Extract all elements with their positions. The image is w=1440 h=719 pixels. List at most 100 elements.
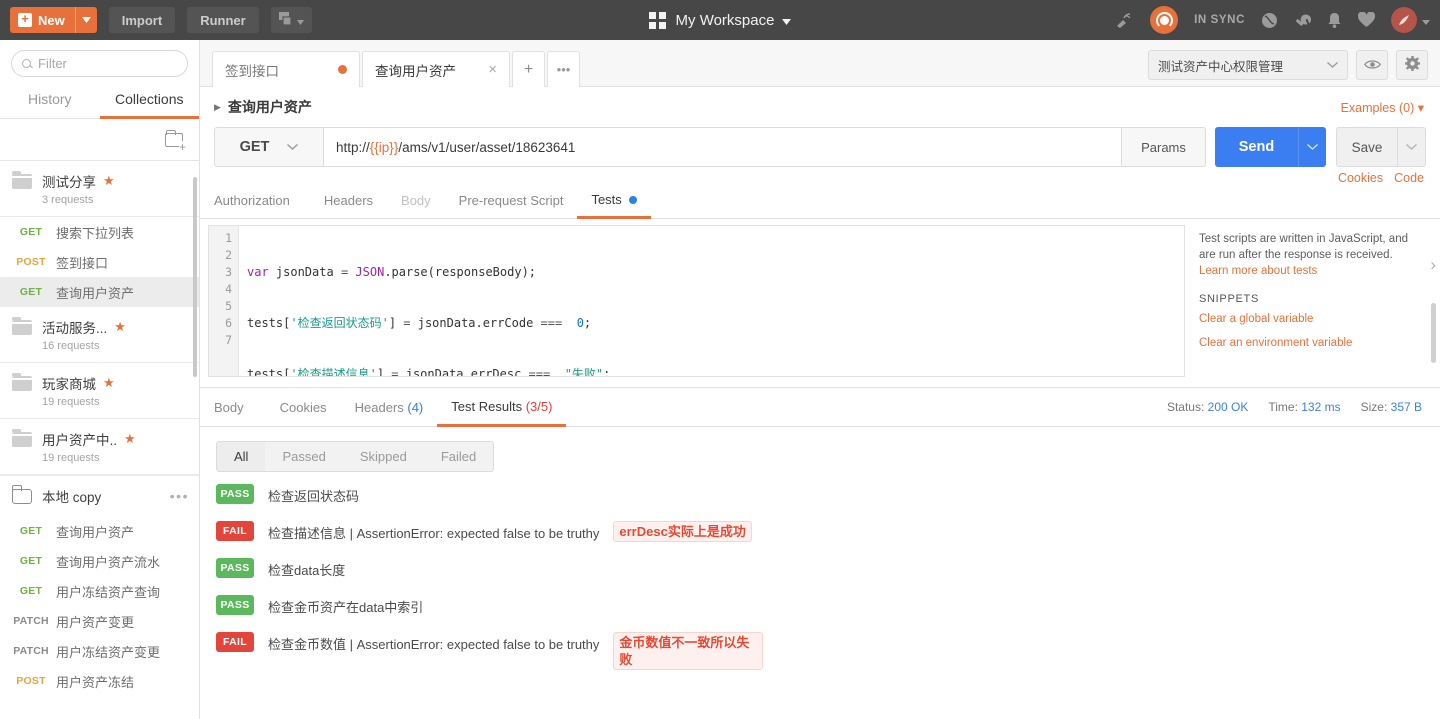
request-name: 用户冻结资产查询 [56, 584, 161, 600]
method-badge: POST [16, 256, 46, 268]
method-badge: PATCH [13, 615, 49, 627]
size-meta: Size: 357 B [1360, 400, 1422, 414]
examples-dropdown[interactable]: Examples (0) ▾ [1341, 100, 1424, 115]
method-badge: POST [16, 675, 46, 687]
folder-icon [12, 171, 32, 189]
request-item[interactable]: GET 搜索下拉列表 [0, 217, 199, 247]
request-item[interactable]: GET 查询用户资产流水 [0, 546, 199, 576]
workspace-chevron-icon[interactable] [782, 12, 792, 29]
folder-more-icon[interactable]: ••• [170, 488, 189, 504]
bell-icon[interactable] [1327, 12, 1342, 29]
new-window-button[interactable] [270, 7, 312, 33]
user-menu[interactable] [1391, 7, 1430, 33]
workspace-label[interactable]: My Workspace [676, 12, 775, 29]
request-name: 签到接口 [56, 255, 109, 271]
request-item-selected[interactable]: GET 查询用户资产 [0, 277, 199, 307]
method-badge: GET [19, 585, 43, 597]
new-collection-icon[interactable] [165, 129, 187, 153]
tab-tests[interactable]: Tests [577, 183, 651, 219]
test-result-text: 检查金币数值 | AssertionError: expected false … [268, 637, 600, 652]
new-button[interactable]: + New [10, 7, 97, 33]
environment-select[interactable]: 测试资产中心权限管理 [1148, 50, 1348, 80]
tab-headers[interactable]: Headers [310, 184, 387, 217]
window-stack-icon [278, 11, 294, 29]
environment-quick-look-button[interactable] [1356, 50, 1388, 80]
request-tab[interactable]: 签到接口 [212, 51, 360, 87]
code-editor[interactable]: 1 2 3 4 5 6 7 var jsonData = JSON.parse(… [208, 225, 1185, 377]
tab-headers[interactable]: Headers (4) [341, 389, 438, 425]
filter-skipped[interactable]: Skipped [343, 442, 424, 471]
send-button[interactable]: Send [1215, 127, 1298, 167]
eye-icon [1363, 57, 1381, 73]
request-name: 用户冻结资产变更 [56, 644, 161, 660]
status-badge: PASS [216, 484, 254, 504]
sidebar-scrollbar[interactable] [193, 177, 197, 377]
collection-item[interactable]: 玩家商城 ★ 19 requests [0, 363, 199, 419]
status-value: 200 OK [1207, 400, 1249, 414]
sync-status-icon[interactable] [1150, 6, 1179, 34]
chevron-down-icon: ▾ [1417, 100, 1424, 115]
close-icon[interactable]: × [488, 62, 497, 77]
import-button[interactable]: Import [108, 7, 176, 33]
url-input[interactable]: http://{{ip}}/ams/v1/user/asset/18623641 [324, 127, 1122, 167]
send-options-button[interactable] [1298, 127, 1326, 167]
request-name: 用户资产冻结 [56, 674, 135, 690]
chevron-right-icon[interactable]: › [1430, 255, 1436, 275]
save-options-button[interactable] [1398, 127, 1426, 167]
chevron-down-icon [296, 13, 304, 28]
snippet-clear-environment-variable[interactable]: Clear an environment variable [1199, 337, 1426, 349]
expand-triangle-icon[interactable]: ▶ [214, 102, 221, 113]
tab-body[interactable]: Body [214, 389, 258, 425]
request-item[interactable]: PATCH 用户资产变更 [0, 606, 199, 636]
params-button[interactable]: Params [1122, 127, 1206, 167]
folder-item-local-copy[interactable]: 本地 copy ••• [0, 475, 199, 516]
postman-window: + New Import Runner My Workspace IN SYNC… [0, 0, 1440, 719]
tab-authorization[interactable]: Authorization [214, 184, 304, 217]
learn-more-link[interactable]: Learn more about tests [1199, 265, 1426, 277]
filter-passed[interactable]: Passed [265, 442, 342, 471]
folder-icon [12, 429, 32, 447]
size-value: 357 B [1390, 400, 1422, 414]
environment-settings-button[interactable] [1396, 50, 1428, 80]
avatar-chevron-icon [1422, 13, 1430, 28]
new-tab-button[interactable]: + [512, 51, 545, 87]
tab-test-results[interactable]: Test Results (3/5) [437, 388, 567, 427]
new-dropdown-caret-icon[interactable] [74, 7, 97, 33]
request-item[interactable]: POST 用户资产冻结 [0, 666, 199, 696]
code-content[interactable]: var jsonData = JSON.parse(responseBody);… [239, 226, 1184, 376]
avatar [1391, 7, 1417, 33]
collection-item[interactable]: 用户资产中.. ★ 19 requests [0, 419, 199, 475]
filter-failed[interactable]: Failed [424, 442, 493, 471]
satellite-icon[interactable] [1115, 12, 1134, 29]
request-item[interactable]: PATCH 用户冻结资产变更 [0, 636, 199, 666]
test-result-text: 检查描述信息 | AssertionError: expected false … [268, 526, 600, 541]
globe-icon[interactable] [1261, 12, 1278, 29]
runner-button[interactable]: Runner [187, 7, 259, 33]
snippets-scrollbar[interactable] [1431, 303, 1436, 363]
tab-history[interactable]: History [0, 83, 100, 118]
tab-collections[interactable]: Collections [99, 83, 199, 119]
tab-pre-request-script[interactable]: Pre-request Script [445, 184, 578, 217]
heart-icon[interactable] [1358, 12, 1375, 28]
snippet-clear-global-variable[interactable]: Clear a global variable [1199, 313, 1426, 325]
request-item[interactable]: POST 签到接口 [0, 247, 199, 277]
request-item[interactable]: GET 用户冻结资产查询 [0, 576, 199, 606]
collection-item[interactable]: 测试分享 ★ 3 requests [0, 161, 199, 217]
status-badge: FAIL [216, 632, 254, 652]
filter-all[interactable]: All [217, 442, 266, 471]
collection-item[interactable]: 活动服务... ★ 16 requests [0, 307, 199, 363]
url-row: GET http://{{ip}}/ams/v1/user/asset/1862… [200, 127, 1440, 167]
filter-input[interactable]: Filter [11, 50, 188, 77]
wrench-icon[interactable] [1294, 12, 1311, 29]
save-button[interactable]: Save [1336, 127, 1398, 167]
tests-help-panel: Test scripts are written in JavaScript, … [1185, 219, 1440, 387]
tab-headers-label: Headers [354, 400, 404, 415]
tab-options-button[interactable]: ••• [547, 51, 580, 87]
request-item[interactable]: GET 查询用户资产 [0, 516, 199, 546]
collection-list[interactable]: 测试分享 ★ 3 requests GET 搜索下拉列表 POST 签到接口 G… [0, 161, 199, 719]
method-select[interactable]: GET [214, 127, 324, 167]
test-results-list: PASS 检查返回状态码 FAIL 检查描述信息 | AssertionErro… [200, 472, 1440, 686]
tab-cookies[interactable]: Cookies [266, 389, 341, 425]
request-tab-active[interactable]: 查询用户资产 × [362, 51, 510, 87]
tab-body[interactable]: Body [387, 184, 445, 217]
